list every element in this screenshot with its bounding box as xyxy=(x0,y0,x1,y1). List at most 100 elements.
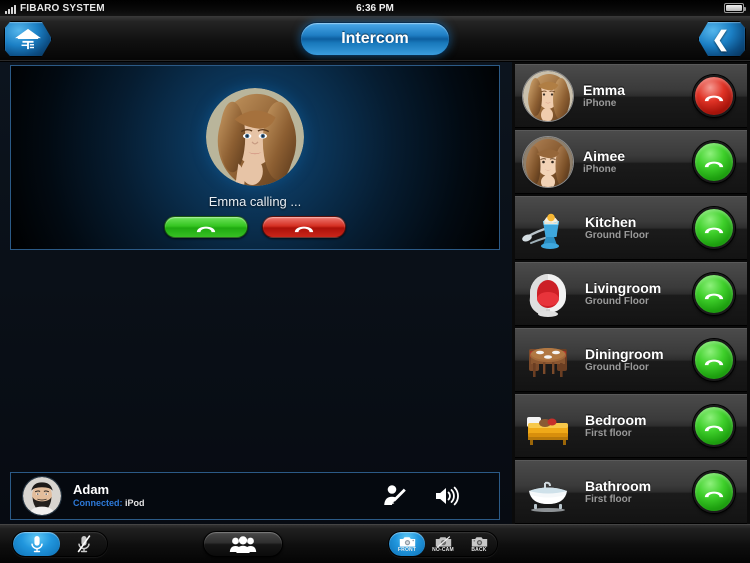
current-user-text: Adam Connected: iPod xyxy=(73,482,145,508)
fibaro-home-logo-button[interactable] xyxy=(4,21,52,57)
accept-handset-icon xyxy=(196,226,216,232)
call-handset-icon xyxy=(704,359,724,365)
workspace: Emma calling ... Adam Connected: iPod Em… xyxy=(0,62,750,524)
sidebar-item-livingroom[interactable]: Livingroom Ground Floor xyxy=(515,262,747,326)
adam-avatar-image xyxy=(23,477,61,515)
sidebar-item-diningroom[interactable]: Diningroom Ground Floor xyxy=(515,328,747,392)
contact-name: Bedroom xyxy=(585,411,647,428)
incoming-call-panel: Emma calling ... xyxy=(10,65,500,250)
call-handset-icon xyxy=(704,425,724,431)
call-action-buttons xyxy=(11,216,499,238)
contact-avatar xyxy=(523,137,573,187)
contact-sub: Ground Floor xyxy=(585,296,649,308)
contact-text: Aimee iPhone xyxy=(583,147,693,176)
current-user-actions xyxy=(381,483,487,509)
camera-off-label: NO-CAM xyxy=(432,546,454,553)
camera-off-button[interactable]: NO-CAM xyxy=(425,532,461,556)
microphone-icon xyxy=(30,536,43,553)
contact-text: Kitchen Ground Floor xyxy=(585,213,693,242)
sidebar-item-aimee[interactable]: Aimee iPhone xyxy=(515,130,747,194)
status-bar: FIBARO SYSTEM 6:36 PM xyxy=(0,0,750,16)
bathtub-icon xyxy=(529,481,567,512)
call-handset-icon xyxy=(704,227,724,233)
call-button[interactable] xyxy=(693,471,735,513)
camera-front-label: FRONT xyxy=(397,546,417,553)
camera-front-button[interactable]: FRONT xyxy=(389,532,425,556)
camera-back-button[interactable]: BACK xyxy=(461,532,497,556)
room-icon-wrap xyxy=(521,467,575,517)
call-button[interactable] xyxy=(693,207,735,249)
back-button[interactable]: ❮ xyxy=(698,21,746,57)
contact-text: Livingroom Ground Floor xyxy=(585,279,693,308)
room-icon-wrap xyxy=(521,269,575,319)
contacts-sidebar[interactable]: Emma iPhone Aimee iPhone Kitchen Ground … xyxy=(512,62,750,524)
sidebar-item-bedroom[interactable]: Bedroom First floor xyxy=(515,394,747,458)
contact-name: Bathroom xyxy=(585,477,652,494)
decline-call-button[interactable] xyxy=(262,216,346,238)
call-handset-icon xyxy=(704,491,724,497)
microphone-muted-icon xyxy=(77,535,90,553)
contact-name: Emma xyxy=(583,81,626,98)
contact-name: Kitchen xyxy=(585,213,637,230)
caller-avatar xyxy=(206,88,304,186)
call-button[interactable] xyxy=(693,141,735,183)
microphone-toggle-group[interactable] xyxy=(12,531,108,557)
call-button[interactable] xyxy=(693,339,735,381)
call-handset-icon xyxy=(704,293,724,299)
sidebar-item-bathroom[interactable]: Bathroom First floor xyxy=(515,460,747,524)
contact-name: Livingroom xyxy=(585,279,662,296)
dining-table-icon xyxy=(529,348,567,377)
contact-avatar xyxy=(523,71,573,121)
contact-name: Aimee xyxy=(583,147,626,164)
accept-call-button[interactable] xyxy=(164,216,248,238)
call-button[interactable] xyxy=(693,273,735,315)
connection-label: Connected: xyxy=(73,498,123,509)
contact-text: Diningroom Ground Floor xyxy=(585,345,693,374)
current-user-connection: Connected: iPod xyxy=(73,498,145,508)
navigation-bar: Intercom ❮ xyxy=(0,16,750,62)
emma-photo-icon xyxy=(523,71,573,121)
contact-sub: Ground Floor xyxy=(585,362,649,374)
contact-sub: First floor xyxy=(585,428,632,440)
room-icon-wrap xyxy=(521,335,575,385)
microphone-mute-button[interactable] xyxy=(60,532,107,556)
hangup-handset-icon xyxy=(704,95,724,101)
room-icon-wrap xyxy=(521,203,575,253)
page-title-pill[interactable]: Intercom xyxy=(300,21,450,56)
contact-name: Diningroom xyxy=(585,345,664,362)
contact-sub: iPhone xyxy=(583,164,617,176)
sidebar-item-emma[interactable]: Emma iPhone xyxy=(515,64,747,128)
conference-button[interactable] xyxy=(203,531,283,557)
decline-handset-icon xyxy=(294,226,314,232)
status-bar-clock: 6:36 PM xyxy=(356,2,394,14)
fibaro-home-logo-icon xyxy=(15,28,41,50)
room-icon-wrap xyxy=(521,401,575,451)
battery-full-icon xyxy=(724,3,746,13)
current-user-avatar xyxy=(23,477,61,515)
main-panel: Emma calling ... Adam Connected: iPod xyxy=(0,62,512,524)
camera-selector-group[interactable]: FRONT NO-CAM BACK xyxy=(388,531,498,557)
speaker-volume-icon[interactable] xyxy=(433,483,459,509)
people-group-icon xyxy=(229,535,257,553)
emma-avatar-image xyxy=(206,88,304,186)
eggcup-spoon-icon xyxy=(522,213,559,249)
call-handset-icon xyxy=(704,161,724,167)
microphone-on-button[interactable] xyxy=(13,532,60,556)
current-user-bar: Adam Connected: iPod xyxy=(10,472,500,520)
egg-chair-icon xyxy=(529,274,566,317)
sidebar-item-kitchen[interactable]: Kitchen Ground Floor xyxy=(515,196,747,260)
page-title: Intercom xyxy=(341,29,409,47)
hangup-button[interactable] xyxy=(693,75,735,117)
edit-user-icon[interactable] xyxy=(381,483,407,509)
camera-back-label: BACK xyxy=(471,546,487,553)
contact-sub: First floor xyxy=(585,494,632,506)
contact-text: Bathroom First floor xyxy=(585,477,693,506)
call-status-text: Emma calling ... xyxy=(208,194,302,209)
connection-device: iPod xyxy=(125,498,145,509)
contact-sub: iPhone xyxy=(583,98,617,110)
contact-text: Emma iPhone xyxy=(583,81,693,110)
bottom-toolbar: FRONT NO-CAM BACK xyxy=(0,524,750,563)
bed-icon xyxy=(527,417,568,445)
contact-text: Bedroom First floor xyxy=(585,411,693,440)
call-button[interactable] xyxy=(693,405,735,447)
